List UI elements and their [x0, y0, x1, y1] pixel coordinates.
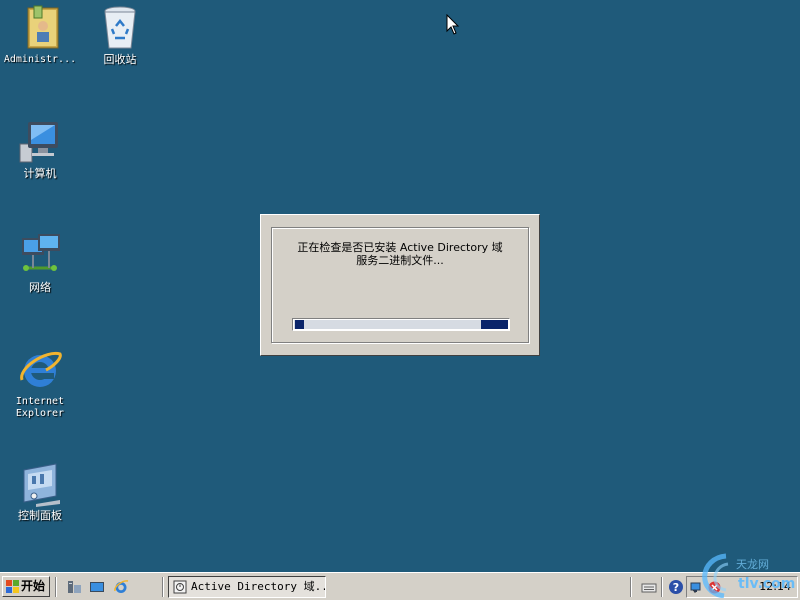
taskbar-separator [162, 577, 164, 597]
watermark-text: tlv.com [738, 576, 796, 592]
recycle-bin-icon [104, 6, 136, 49]
watermark-text-cn: 天龙网 [736, 558, 769, 571]
desktop-icon-label: 网络 [29, 281, 51, 294]
show-desktop-icon[interactable] [89, 579, 105, 595]
dialog-message-line2: 服务二进制文件... [356, 254, 444, 267]
desktop-icon-label: 控制面板 [18, 509, 62, 522]
desktop-icon-administrator[interactable]: Administr... [0, 4, 80, 66]
server-manager-icon[interactable] [66, 579, 82, 595]
taskbar-separator [630, 577, 632, 597]
progress-bar [292, 318, 510, 331]
desktop-icon-control-panel[interactable]: 控制面板 [0, 460, 80, 522]
desktop-icon-network[interactable]: 网络 [0, 232, 80, 294]
dialog-message: 正在检查是否已安装 Active Directory 域 服务二进制文件... [280, 241, 520, 267]
progress-chunk-left [295, 320, 304, 329]
desktop-icon-label: 计算机 [23, 167, 57, 180]
dialog-panel: 正在检查是否已安装 Active Directory 域 服务二进制文件... [271, 227, 529, 343]
progress-track [294, 320, 508, 329]
start-button-label: 开始 [21, 579, 46, 593]
network-icon [22, 234, 60, 271]
dialog-message-line1: 正在检查是否已安装 Active Directory 域 [297, 241, 503, 254]
svg-text:?: ? [673, 581, 679, 594]
progress-dialog: 正在检查是否已安装 Active Directory 域 服务二进制文件... [260, 214, 540, 356]
desktop-icon-recycle-bin[interactable]: 回收站 [80, 4, 160, 66]
control-panel-icon [23, 463, 60, 507]
taskbar: 开始 Active Directory 域... ? 12:14 [0, 572, 800, 600]
mouse-cursor-icon [446, 14, 460, 35]
desktop-icon-internet-explorer[interactable]: Internet Explorer [0, 346, 80, 420]
wizard-window-icon [173, 580, 187, 594]
taskbar-item-active-directory[interactable]: Active Directory 域... [168, 576, 326, 598]
computer-icon [19, 122, 58, 163]
desktop-icon-label: Administr... [3, 54, 77, 65]
desktop: Administr... 回收站 计算机 网络 Internet Explore… [0, 0, 800, 572]
help-icon[interactable]: ? [668, 579, 684, 595]
taskbar-separator [55, 577, 57, 597]
taskbar-separator [661, 577, 663, 597]
desktop-icon-computer[interactable]: 计算机 [0, 118, 80, 180]
taskbar-item-label: Active Directory 域... [191, 580, 326, 593]
ie-quicklaunch-icon[interactable] [113, 579, 129, 595]
desktop-icon-label: 回收站 [103, 53, 137, 66]
desktop-icon-label: Internet Explorer [15, 396, 65, 419]
start-button[interactable]: 开始 [2, 576, 50, 597]
windows-logo-icon [6, 580, 19, 593]
keyboard-icon[interactable] [641, 579, 657, 595]
user-folder-icon [27, 5, 59, 49]
internet-explorer-icon [20, 351, 62, 387]
progress-chunk-right [481, 320, 508, 329]
